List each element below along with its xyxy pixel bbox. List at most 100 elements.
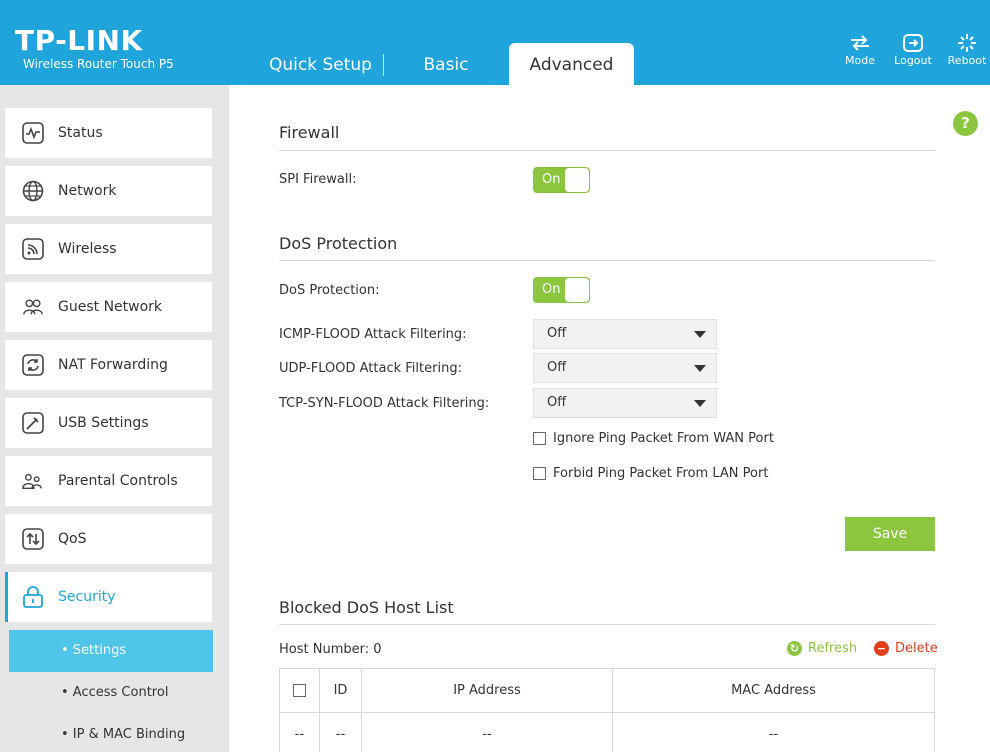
sidebar-item-label: USB Settings <box>58 415 149 431</box>
icmp-flood-select[interactable]: Off <box>533 319 717 349</box>
udp-flood-select[interactable]: Off <box>533 353 717 383</box>
reboot-icon <box>958 34 976 52</box>
select-value: Off <box>547 360 567 375</box>
wireless-icon <box>22 238 44 260</box>
icmp-flood-label: ICMP-FLOOD Attack Filtering: <box>279 327 467 342</box>
delete-icon: − <box>874 641 889 656</box>
reboot-button[interactable]: Reboot <box>942 34 990 67</box>
select-all-cell <box>279 668 320 713</box>
sidebar-item-label: NAT Forwarding <box>58 357 168 373</box>
brand-logo: TP-LINK <box>15 24 143 57</box>
usb-icon <box>22 412 44 434</box>
delete-label: Delete <box>895 641 938 656</box>
refresh-label: Refresh <box>808 641 858 656</box>
logout-label: Logout <box>894 54 932 67</box>
section-divider <box>279 624 935 625</box>
lock-icon <box>22 586 44 608</box>
tcp-syn-flood-select[interactable]: Off <box>533 388 717 418</box>
sidebar-item-label: QoS <box>58 531 87 547</box>
logout-icon <box>903 34 923 52</box>
refresh-button[interactable]: ↻ Refresh <box>787 641 857 656</box>
chevron-down-icon <box>694 331 706 338</box>
spi-firewall-label: SPI Firewall: <box>279 172 357 187</box>
sidebar-item-label: Parental Controls <box>58 473 178 489</box>
dos-section-title: DoS Protection <box>279 234 398 253</box>
help-icon[interactable]: ? <box>953 111 978 136</box>
globe-icon <box>22 180 44 202</box>
toggle-state: On <box>542 172 561 187</box>
toggle-knob <box>565 168 589 192</box>
section-divider <box>279 150 935 151</box>
sidebar-item-label: Guest Network <box>58 299 163 315</box>
submenu-item-ip-mac-binding[interactable]: • IP & MAC Binding <box>9 714 213 752</box>
sidebar-item-network[interactable]: Network <box>5 166 212 216</box>
dos-protection-toggle[interactable]: On <box>533 277 590 303</box>
chevron-down-icon <box>694 365 706 372</box>
tab-quick-setup[interactable]: Quick Setup <box>258 43 383 85</box>
row-mac-cell: -- <box>612 712 935 752</box>
mode-icon <box>851 35 869 51</box>
sidebar-item-guest-network[interactable]: Guest Network <box>5 282 212 332</box>
chevron-down-icon <box>694 400 706 407</box>
table-row: -- -- -- -- <box>279 712 935 752</box>
sidebar-item-security[interactable]: Security <box>5 572 212 622</box>
toggle-state: On <box>542 282 561 297</box>
blocked-host-section-title: Blocked DoS Host List <box>279 598 454 617</box>
sidebar-item-label: Wireless <box>58 241 117 257</box>
qos-icon <box>22 528 44 550</box>
model-name: Wireless Router Touch P5 <box>23 57 174 71</box>
delete-button[interactable]: − Delete <box>874 641 938 656</box>
tcp-syn-flood-label: TCP-SYN-FLOOD Attack Filtering: <box>279 396 490 411</box>
sidebar-item-wireless[interactable]: Wireless <box>5 224 212 274</box>
submenu-item-settings[interactable]: • Settings <box>9 630 213 672</box>
mode-label: Mode <box>845 54 875 67</box>
sidebar-item-nat-forwarding[interactable]: NAT Forwarding <box>5 340 212 390</box>
blocked-host-table: ID IP Address MAC Address -- -- -- -- <box>279 668 935 752</box>
udp-flood-label: UDP-FLOOD Attack Filtering: <box>279 361 462 376</box>
select-value: Off <box>547 326 567 341</box>
sidebar-item-label: Status <box>58 125 103 141</box>
tab-divider <box>383 54 384 76</box>
reboot-label: Reboot <box>947 54 987 67</box>
firewall-section-title: Firewall <box>279 123 340 142</box>
toggle-knob <box>565 278 589 302</box>
row-check-cell: -- <box>279 712 320 752</box>
sidebar-item-parental-controls[interactable]: Parental Controls <box>5 456 212 506</box>
logout-button[interactable]: Logout <box>888 34 938 67</box>
tab-basic[interactable]: Basic <box>390 43 502 85</box>
tab-advanced[interactable]: Advanced <box>509 43 634 85</box>
ignore-ping-wan-checkbox[interactable] <box>533 432 546 445</box>
mode-button[interactable]: Mode <box>835 34 885 67</box>
sidebar-item-label: Security <box>58 589 116 605</box>
submenu-item-access-control[interactable]: • Access Control <box>9 672 213 714</box>
host-number: Host Number: 0 <box>279 642 382 657</box>
row-ip-cell: -- <box>361 712 613 752</box>
column-header-ip: IP Address <box>361 668 613 713</box>
section-divider <box>279 260 935 261</box>
top-header: TP-LINK Wireless Router Touch P5 Quick S… <box>0 0 990 85</box>
ignore-ping-wan-label: Ignore Ping Packet From WAN Port <box>553 431 774 446</box>
forbid-ping-lan-row[interactable]: Forbid Ping Packet From LAN Port <box>533 466 768 481</box>
refresh-icon: ↻ <box>787 641 802 656</box>
parental-icon <box>22 470 44 492</box>
save-button[interactable]: Save <box>845 517 935 551</box>
column-header-id: ID <box>319 668 362 713</box>
row-id-cell: -- <box>319 712 362 752</box>
spi-firewall-toggle[interactable]: On <box>533 167 590 193</box>
nat-icon <box>22 354 44 376</box>
forbid-ping-lan-checkbox[interactable] <box>533 467 546 480</box>
sidebar-item-usb-settings[interactable]: USB Settings <box>5 398 212 448</box>
ignore-ping-wan-row[interactable]: Ignore Ping Packet From WAN Port <box>533 431 774 446</box>
sidebar-item-qos[interactable]: QoS <box>5 514 212 564</box>
select-all-checkbox[interactable] <box>293 684 306 697</box>
forbid-ping-lan-label: Forbid Ping Packet From LAN Port <box>553 466 769 481</box>
sidebar-item-label: Network <box>58 183 117 199</box>
dos-protection-label: DoS Protection: <box>279 283 380 298</box>
sidebar: Status Network Wireless Guest Network NA… <box>0 85 229 752</box>
status-icon <box>22 122 44 144</box>
select-value: Off <box>547 395 567 410</box>
sidebar-item-status[interactable]: Status <box>5 108 212 158</box>
guest-icon <box>22 296 44 318</box>
column-header-mac: MAC Address <box>612 668 935 713</box>
table-header-row: ID IP Address MAC Address <box>279 668 935 713</box>
